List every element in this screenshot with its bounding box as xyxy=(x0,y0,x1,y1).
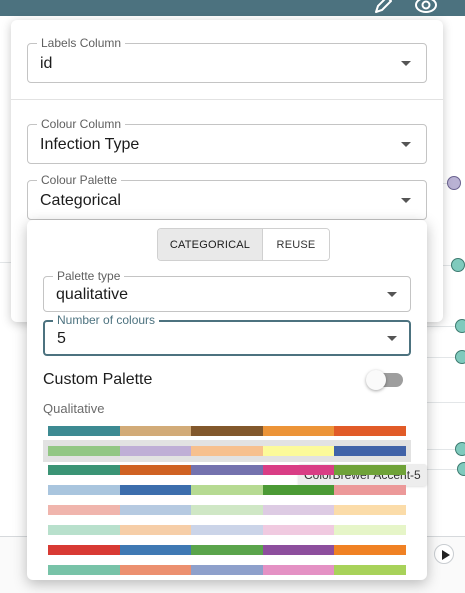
chevron-down-icon xyxy=(401,198,411,203)
palette-picker-popup: CATEGORICAL REUSE Palette type qualitati… xyxy=(27,220,427,580)
palette-option[interactable] xyxy=(48,465,406,475)
palette-swatch xyxy=(262,545,335,555)
tree-node[interactable] xyxy=(451,258,465,272)
qualitative-heading: Qualitative xyxy=(43,401,105,416)
tree-edge xyxy=(427,402,465,403)
palette-swatch xyxy=(191,446,263,456)
tree-edge xyxy=(427,326,455,327)
palette-swatch xyxy=(334,446,406,456)
palette-swatch xyxy=(262,485,335,495)
palette-swatch xyxy=(48,465,120,475)
tree-edge xyxy=(427,357,455,358)
tree-edge xyxy=(427,449,455,450)
palette-swatch xyxy=(119,446,192,456)
colour-palette-label: Colour Palette xyxy=(37,173,122,187)
tab-categorical[interactable]: CATEGORICAL xyxy=(158,229,262,260)
tree-node[interactable] xyxy=(457,462,465,476)
palette-swatch xyxy=(191,545,263,555)
palette-swatch xyxy=(334,525,406,535)
eye-icon[interactable] xyxy=(414,0,438,16)
play-icon[interactable] xyxy=(434,544,454,564)
colour-palette-select[interactable]: Colour Palette Categorical xyxy=(27,173,427,220)
palette-swatch xyxy=(48,565,120,575)
number-of-colours-label: Number of colours xyxy=(53,313,160,327)
palette-swatch xyxy=(119,525,192,535)
palette-swatch xyxy=(262,565,335,575)
labels-column-label: Labels Column xyxy=(37,36,126,50)
palette-type-select[interactable]: Palette type qualitative xyxy=(43,269,411,312)
palette-swatch xyxy=(119,505,192,515)
tree-edge xyxy=(427,469,457,470)
palette-swatch xyxy=(334,565,406,575)
palette-swatch xyxy=(119,426,192,436)
palette-option[interactable] xyxy=(48,565,406,575)
colour-column-label: Colour Column xyxy=(37,117,126,131)
palette-swatch xyxy=(48,505,120,515)
palette-swatch xyxy=(334,465,406,475)
palette-swatch xyxy=(191,525,263,535)
palette-type-label: Palette type xyxy=(53,269,125,283)
palette-swatch xyxy=(334,545,406,555)
palette-swatch xyxy=(262,426,335,436)
divider xyxy=(11,99,443,100)
palette-swatch xyxy=(119,565,192,575)
palette-swatch xyxy=(191,505,263,515)
palette-option[interactable] xyxy=(48,545,406,555)
palette-swatch xyxy=(48,485,120,495)
palette-swatch xyxy=(119,465,192,475)
tree-node[interactable] xyxy=(447,176,461,190)
palette-swatch xyxy=(48,426,120,436)
number-of-colours-value: 5 xyxy=(57,330,66,347)
custom-palette-label: Custom Palette xyxy=(43,371,153,388)
chevron-down-icon xyxy=(401,142,411,147)
palette-swatch xyxy=(119,485,192,495)
tree-node[interactable] xyxy=(455,442,465,456)
palette-swatch xyxy=(48,446,120,456)
palette-swatch xyxy=(334,426,406,436)
chevron-down-icon xyxy=(387,336,397,341)
palette-option[interactable] xyxy=(43,440,411,462)
palette-option[interactable] xyxy=(48,525,406,535)
palette-option[interactable] xyxy=(48,426,406,436)
palette-swatch xyxy=(191,426,263,436)
palette-swatch xyxy=(48,525,120,535)
palette-type-value: qualitative xyxy=(56,286,129,303)
top-bar xyxy=(0,0,465,16)
palette-option[interactable] xyxy=(48,505,406,515)
palette-swatch xyxy=(262,446,335,456)
palette-mode-toggle: CATEGORICAL REUSE xyxy=(157,228,330,261)
palette-swatch xyxy=(262,465,335,475)
palette-swatch xyxy=(191,485,263,495)
chevron-down-icon xyxy=(401,61,411,66)
colour-column-value: Infection Type xyxy=(40,136,140,153)
tree-node[interactable] xyxy=(455,319,465,333)
palette-swatch xyxy=(191,465,263,475)
palette-swatch xyxy=(334,485,406,495)
labels-column-value: id xyxy=(40,55,53,72)
palette-swatch xyxy=(262,525,335,535)
tree-node[interactable] xyxy=(455,350,465,364)
colour-palette-value: Categorical xyxy=(40,192,121,209)
palette-swatch xyxy=(48,545,120,555)
palette-swatch xyxy=(334,505,406,515)
colour-column-select[interactable]: Colour Column Infection Type xyxy=(27,117,427,164)
palette-swatch xyxy=(262,505,335,515)
palette-option[interactable] xyxy=(48,485,406,495)
labels-column-select[interactable]: Labels Column id xyxy=(27,36,427,83)
custom-palette-switch-thumb[interactable] xyxy=(366,370,386,390)
pencil-icon[interactable] xyxy=(372,0,394,16)
palette-swatch xyxy=(191,565,263,575)
tab-reuse[interactable]: REUSE xyxy=(262,229,329,260)
chevron-down-icon xyxy=(387,292,397,297)
number-of-colours-select[interactable]: Number of colours 5 xyxy=(43,313,411,356)
palette-swatch xyxy=(119,545,192,555)
